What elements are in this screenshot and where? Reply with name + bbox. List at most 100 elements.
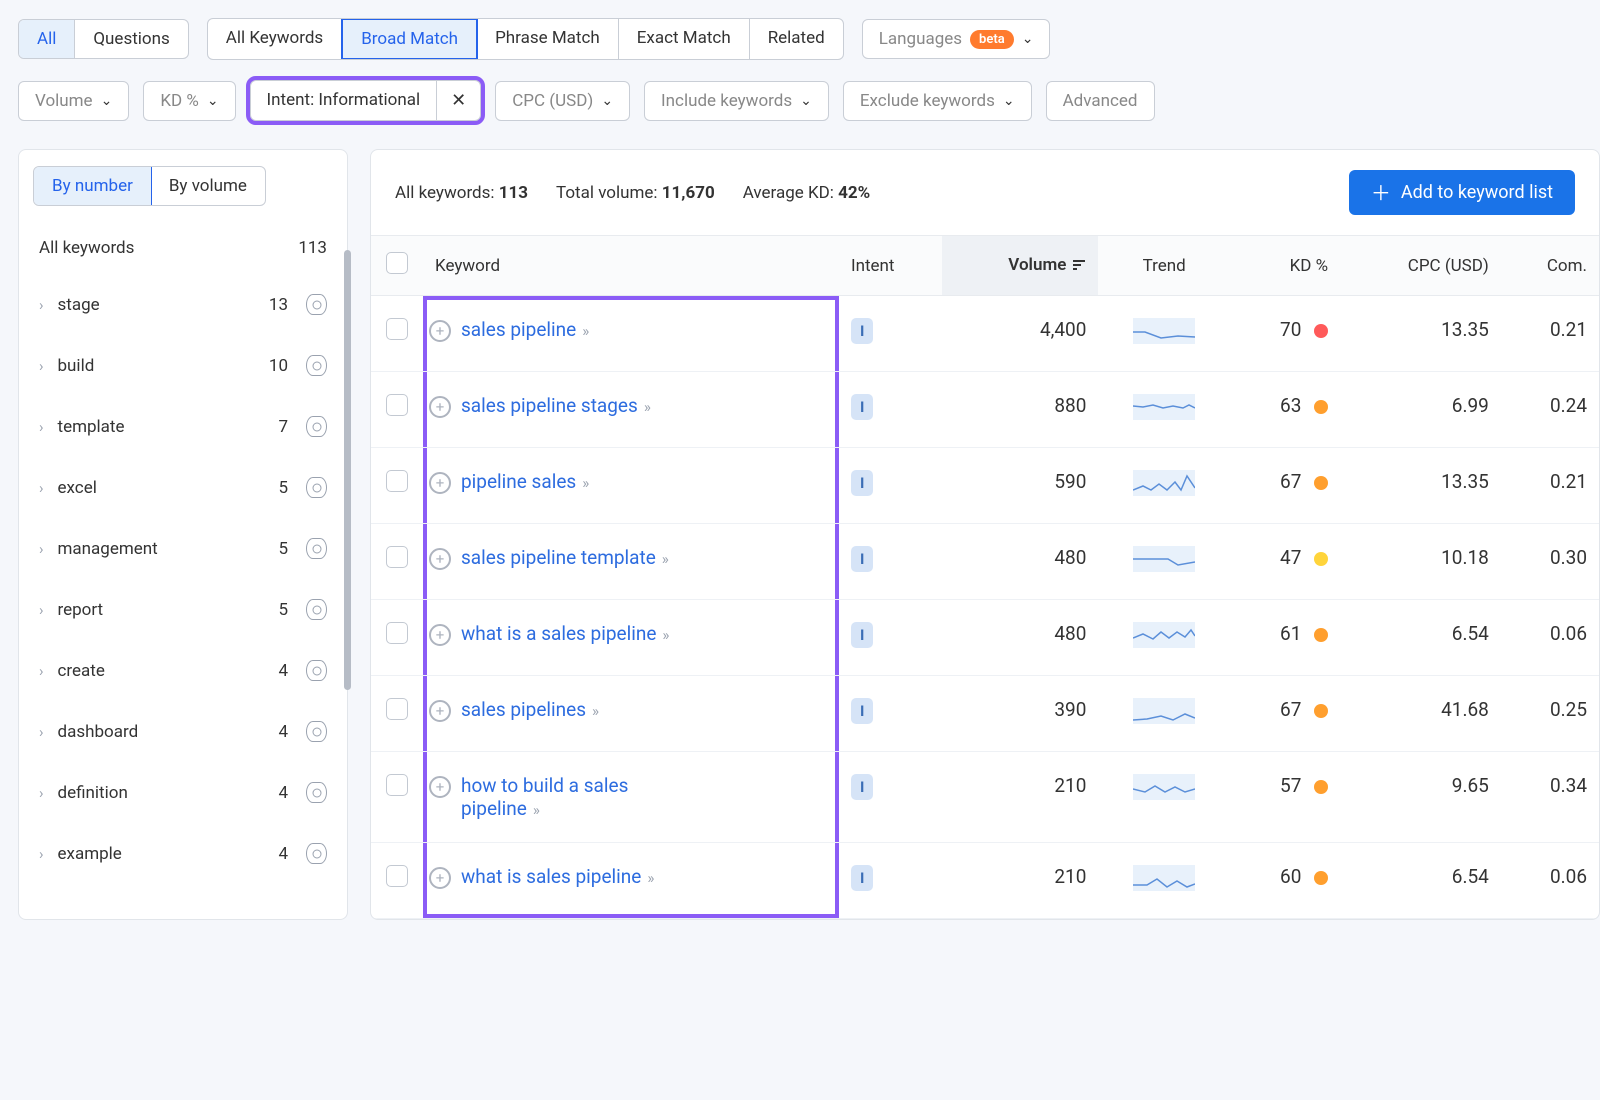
row-checkbox[interactable] <box>386 774 408 796</box>
row-checkbox[interactable] <box>386 470 408 492</box>
eye-icon[interactable] <box>306 416 327 437</box>
row-checkbox[interactable] <box>386 622 408 644</box>
filter-volume[interactable]: Volume⌄ <box>18 81 129 121</box>
double-chevron-icon[interactable]: » <box>662 550 669 568</box>
col-cpc[interactable]: CPC (USD) <box>1340 236 1501 296</box>
eye-icon[interactable] <box>306 843 327 864</box>
row-checkbox[interactable] <box>386 546 408 568</box>
eye-icon[interactable] <box>306 355 327 376</box>
eye-icon[interactable] <box>306 721 327 742</box>
eye-icon[interactable] <box>306 294 327 315</box>
scrollbar-thumb[interactable] <box>344 250 351 690</box>
sidebar-item[interactable]: ›create4 <box>33 640 333 701</box>
cell-volume: 590 <box>942 448 1098 524</box>
filter-exclude[interactable]: Exclude keywords⌄ <box>843 81 1032 121</box>
expand-icon[interactable]: + <box>429 472 451 494</box>
tab-all[interactable]: All <box>19 20 75 58</box>
add-to-keyword-list-button[interactable]: ＋Add to keyword list <box>1349 170 1575 215</box>
cell-trend <box>1098 524 1230 600</box>
expand-icon[interactable]: + <box>429 320 451 342</box>
sidebar-item-label: management <box>58 539 265 559</box>
sidebar-item[interactable]: ›management5 <box>33 518 333 579</box>
sidebar-item[interactable]: ›template7 <box>33 396 333 457</box>
expand-icon[interactable]: + <box>429 396 451 418</box>
sidebar-item[interactable]: ›dashboard4 <box>33 701 333 762</box>
view-by-number[interactable]: By number <box>33 166 152 206</box>
eye-icon[interactable] <box>306 660 327 681</box>
filter-cpc[interactable]: CPC (USD)⌄ <box>495 81 630 121</box>
chevron-right-icon: › <box>39 418 44 436</box>
filter-kd-label: KD % <box>160 91 199 111</box>
view-by-volume[interactable]: By volume <box>151 167 265 205</box>
keyword-link[interactable]: how to build a sales pipeline <box>461 774 628 820</box>
cell-volume: 480 <box>942 524 1098 600</box>
cell-cpc: 9.65 <box>1340 752 1501 843</box>
double-chevron-icon[interactable]: » <box>647 869 654 887</box>
tab-all-keywords[interactable]: All Keywords <box>208 19 342 59</box>
double-chevron-icon[interactable]: » <box>592 702 599 720</box>
languages-dropdown[interactable]: Languages beta ⌄ <box>862 19 1051 59</box>
beta-badge: beta <box>970 30 1014 49</box>
intent-chip: I <box>851 546 873 572</box>
sidebar-item[interactable]: ›excel5 <box>33 457 333 518</box>
double-chevron-icon[interactable]: » <box>582 474 589 492</box>
cell-cpc: 13.35 <box>1340 296 1501 372</box>
col-kd[interactable]: KD % <box>1230 236 1340 296</box>
sidebar-item-count: 7 <box>278 417 288 437</box>
eye-icon[interactable] <box>306 538 327 559</box>
row-checkbox[interactable] <box>386 698 408 720</box>
filter-kd[interactable]: KD %⌄ <box>143 81 235 121</box>
sidebar-item-count: 4 <box>278 844 288 864</box>
col-volume[interactable]: Volume <box>942 236 1098 296</box>
cell-kd: 60 <box>1230 843 1340 919</box>
sidebar-item[interactable]: ›example4 <box>33 823 333 884</box>
cell-com: 0.25 <box>1501 676 1599 752</box>
keyword-link[interactable]: sales pipelines <box>461 698 586 721</box>
row-checkbox[interactable] <box>386 394 408 416</box>
tab-exact-match[interactable]: Exact Match <box>619 19 750 59</box>
tab-broad-match[interactable]: Broad Match <box>341 18 478 60</box>
double-chevron-icon[interactable]: » <box>582 322 589 340</box>
cell-kd: 67 <box>1230 676 1340 752</box>
expand-icon[interactable]: + <box>429 700 451 722</box>
sidebar-item[interactable]: ›stage13 <box>33 274 333 335</box>
keyword-link[interactable]: what is a sales pipeline <box>461 622 656 645</box>
col-trend[interactable]: Trend <box>1098 236 1230 296</box>
keyword-link[interactable]: pipeline sales <box>461 470 576 493</box>
col-keyword[interactable]: Keyword <box>423 236 839 296</box>
eye-icon[interactable] <box>306 782 327 803</box>
sidebar-item-count: 5 <box>278 539 288 559</box>
keyword-link[interactable]: sales pipeline template <box>461 546 656 569</box>
expand-icon[interactable]: + <box>429 867 451 889</box>
filter-include[interactable]: Include keywords⌄ <box>644 81 829 121</box>
sidebar-item-label: stage <box>58 295 255 315</box>
tab-related[interactable]: Related <box>750 19 843 59</box>
col-intent[interactable]: Intent <box>839 236 942 296</box>
keyword-link[interactable]: what is sales pipeline <box>461 865 641 888</box>
filter-intent-remove[interactable]: ✕ <box>437 81 480 120</box>
select-all-checkbox[interactable] <box>386 252 408 274</box>
filter-intent-label[interactable]: Intent: Informational <box>251 81 438 120</box>
keyword-link[interactable]: sales pipeline <box>461 318 576 341</box>
tab-questions[interactable]: Questions <box>75 20 187 58</box>
double-chevron-icon[interactable]: » <box>644 398 651 416</box>
sidebar-item[interactable]: ›report5 <box>33 579 333 640</box>
row-checkbox[interactable] <box>386 318 408 340</box>
cell-volume: 210 <box>942 752 1098 843</box>
filter-advanced[interactable]: Advanced <box>1046 81 1155 121</box>
expand-icon[interactable]: + <box>429 624 451 646</box>
keyword-link[interactable]: sales pipeline stages <box>461 394 638 417</box>
sidebar-item[interactable]: ›definition4 <box>33 762 333 823</box>
eye-icon[interactable] <box>306 599 327 620</box>
expand-icon[interactable]: + <box>429 776 451 798</box>
eye-icon[interactable] <box>306 477 327 498</box>
expand-icon[interactable]: + <box>429 548 451 570</box>
tab-phrase-match[interactable]: Phrase Match <box>477 19 619 59</box>
col-com[interactable]: Com. <box>1501 236 1599 296</box>
sidebar-item[interactable]: ›build10 <box>33 335 333 396</box>
row-checkbox[interactable] <box>386 865 408 887</box>
cell-kd: 61 <box>1230 600 1340 676</box>
chevron-right-icon: › <box>39 296 44 314</box>
double-chevron-icon[interactable]: » <box>533 801 540 819</box>
double-chevron-icon[interactable]: » <box>662 626 669 644</box>
